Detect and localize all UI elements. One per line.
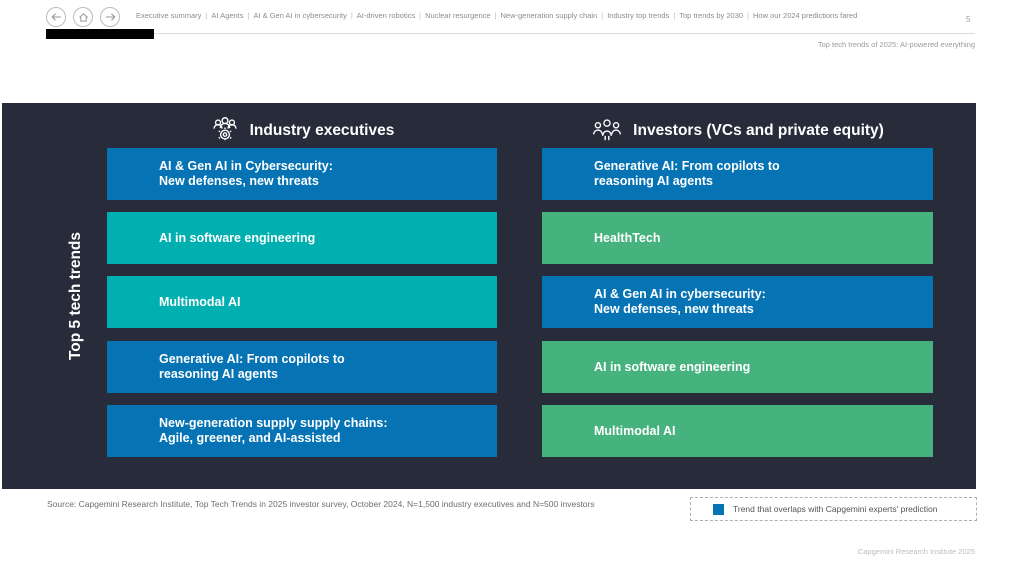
nav-item-supply-chain[interactable]: New-generation supply chain <box>501 11 598 20</box>
trends-panel: Top 5 tech trends Industry executives In… <box>2 103 976 489</box>
trend-bar-investor-2: HealthTech <box>542 212 933 264</box>
people-gear-icon <box>210 115 240 148</box>
arrow-left-icon <box>50 12 62 22</box>
column-title: Industry executives <box>249 122 395 139</box>
nav-item-ai-agents[interactable]: AI Agents <box>211 11 243 20</box>
forward-button[interactable] <box>100 7 120 27</box>
nav-item-nuclear[interactable]: Nuclear resurgence <box>425 11 490 20</box>
column-header-industry-executives: Industry executives <box>107 116 497 146</box>
arrow-right-icon <box>105 12 116 22</box>
home-icon <box>78 12 89 23</box>
trend-bar-investor-1: Generative AI: From copilots to reasonin… <box>542 148 933 200</box>
back-button[interactable] <box>46 7 66 27</box>
trend-bar-investor-4: AI in software engineering <box>542 341 933 393</box>
nav-item-industry-top-trends[interactable]: Industry top trends <box>607 11 669 20</box>
trend-bar-exec-2: AI in software engineering <box>107 212 497 264</box>
nav-item-cybersecurity[interactable]: AI & Gen AI in cybersecurity <box>253 11 346 20</box>
progress-fill <box>46 29 154 39</box>
copyright-note: Capgemini Research Institute 2025 <box>857 547 975 556</box>
trend-bar-exec-5: New-generation supply supply chains: Agi… <box>107 405 497 457</box>
page-number: 5 <box>966 15 971 24</box>
side-label-top5-tech-trends: Top 5 tech trends <box>67 231 85 361</box>
chapter-subtitle: Top tech trends of 2025: AI-powered ever… <box>817 40 975 49</box>
trend-bar-investor-5: Multimodal AI <box>542 405 933 457</box>
nav-item-robotics[interactable]: AI-driven robotics <box>357 11 415 20</box>
nav-item-2024-predictions[interactable]: How our 2024 predictions fared <box>753 11 857 20</box>
legend-swatch-blue <box>713 503 724 515</box>
nav-item-executive-summary[interactable]: Executive summary <box>136 11 201 20</box>
trend-bar-exec-4: Generative AI: From copilots to reasonin… <box>107 341 497 393</box>
home-button[interactable] <box>73 7 93 27</box>
nav-item-trends-2030[interactable]: Top trends by 2030 <box>679 11 743 20</box>
progress-track[interactable] <box>46 33 975 34</box>
column-title: Investors (VCs and private equity) <box>633 122 884 139</box>
source-note: Source: Capgemini Research Institute, To… <box>47 499 595 509</box>
column-header-investors: Investors (VCs and private equity) <box>542 116 933 146</box>
section-nav: Executive summary | AI Agents | AI & Gen AI … <box>136 11 858 20</box>
trend-bar-exec-3: Multimodal AI <box>107 276 497 328</box>
trend-bar-investor-3: AI & Gen AI in cybersecurity: New defens… <box>542 276 933 328</box>
legend-label: Trend that overlaps with Capgemini exper… <box>733 504 938 514</box>
people-group-icon <box>591 116 623 147</box>
legend: Trend that overlaps with Capgemini exper… <box>690 497 977 521</box>
trend-bar-exec-1: AI & Gen AI in Cybersecurity: New defens… <box>107 148 497 200</box>
